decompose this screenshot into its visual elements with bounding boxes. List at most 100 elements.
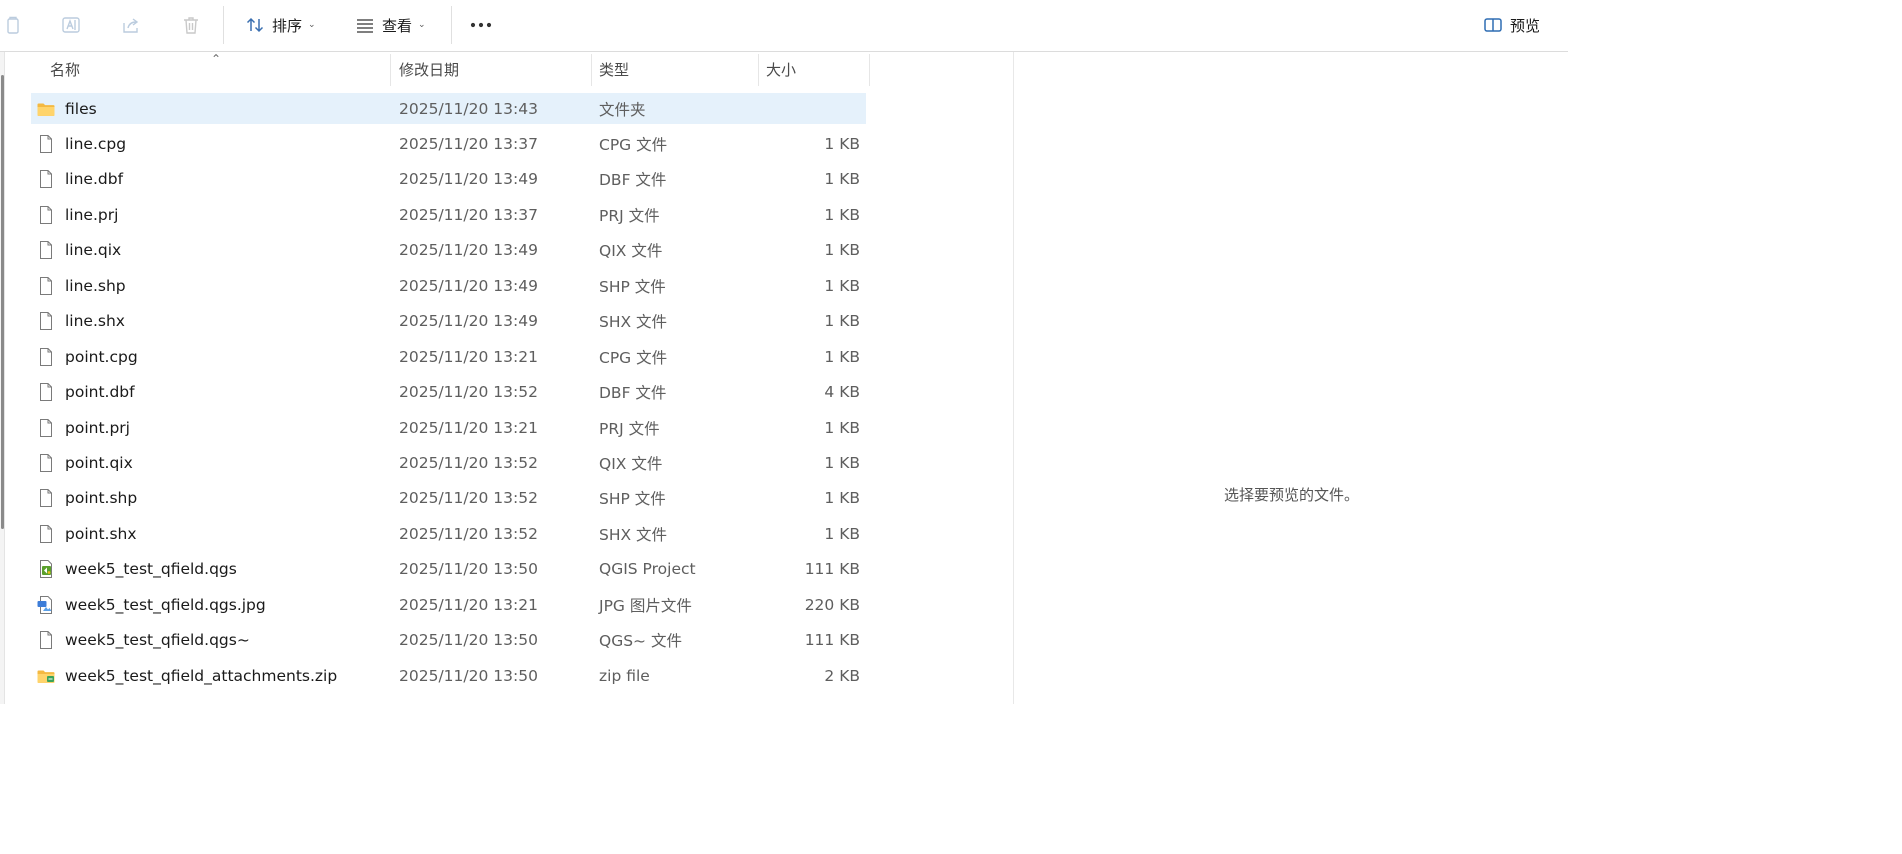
file-name: line.shp <box>65 276 126 295</box>
file-modified: 2025/11/20 13:52 <box>399 383 538 402</box>
file-row[interactable]: week5_test_qfield.qgs 2025/11/20 13:50 QGI… <box>31 554 866 585</box>
file-row[interactable]: week5_test_qfield.qgs~ 2025/11/20 13:50 QG… <box>31 625 866 656</box>
file-row[interactable]: point.cpg 2025/11/20 13:21 CPG 文件 1 KB <box>31 341 866 372</box>
file-name: files <box>65 99 97 118</box>
file-icon <box>36 347 56 367</box>
file-icon <box>36 311 56 331</box>
file-size: 1 KB <box>824 205 860 224</box>
rename-icon <box>62 17 80 33</box>
file-name: line.dbf <box>65 170 124 189</box>
column-header-type[interactable]: 类型 <box>599 52 759 86</box>
file-name: point.shx <box>65 524 137 543</box>
file-type: DBF 文件 <box>599 384 667 403</box>
file-name-cell: point.shp <box>36 483 137 514</box>
share-button[interactable] <box>116 8 146 42</box>
column-divider[interactable] <box>390 54 391 86</box>
qgis-project-icon <box>36 559 56 579</box>
file-row[interactable]: line.shx 2025/11/20 13:49 SHX 文件 1 KB <box>31 306 866 337</box>
file-size: 111 KB <box>804 631 860 650</box>
file-type: PRJ 文件 <box>599 419 660 438</box>
file-icon <box>36 382 56 402</box>
file-type: PRJ 文件 <box>599 206 660 225</box>
file-size <box>766 93 860 124</box>
file-type: QIX 文件 <box>599 455 663 473</box>
file-name: line.shx <box>65 312 125 331</box>
preview-pane-button[interactable]: 预览 <box>1478 8 1550 42</box>
view-label: 查看 <box>382 16 413 35</box>
file-type: SHX 文件 <box>599 313 668 332</box>
file-name-cell: point.prj <box>36 412 130 443</box>
more-options-button[interactable] <box>464 8 498 42</box>
column-header-modified[interactable]: 修改日期 <box>399 52 589 86</box>
file-modified: 2025/11/20 13:52 <box>399 524 538 543</box>
file-icon <box>36 418 56 438</box>
file-icon <box>36 276 56 296</box>
file-name-cell: point.shx <box>36 518 137 549</box>
chevron-down-icon: ⌄ <box>418 20 426 30</box>
preview-pane: 选择要预览的文件。 <box>1013 52 1568 704</box>
sort-button[interactable]: 排序 ⌄ <box>240 8 326 42</box>
file-modified: 2025/11/20 13:52 <box>399 454 538 472</box>
scrollbar-thumb[interactable] <box>1 75 4 529</box>
file-name-cell: point.qix <box>36 448 133 479</box>
file-icon <box>36 205 56 225</box>
file-type: CPG 文件 <box>599 135 668 154</box>
toolbar-separator <box>451 6 452 44</box>
preview-label: 预览 <box>1510 16 1541 35</box>
file-name: point.prj <box>65 418 130 437</box>
file-icon <box>36 524 56 544</box>
column-divider[interactable] <box>758 54 759 86</box>
file-row[interactable]: week5_test_qfield_attachments.zip 2025/11… <box>31 660 866 691</box>
file-modified: 2025/11/20 13:50 <box>399 631 538 650</box>
file-row[interactable]: week5_test_qfield.qgs.jpg 2025/11/20 13:2… <box>31 589 866 620</box>
file-type: QGIS Project <box>599 560 696 579</box>
file-type: JPG 图片文件 <box>599 596 692 615</box>
view-button[interactable]: 查看 ⌄ <box>350 8 434 42</box>
file-row[interactable]: line.cpg 2025/11/20 13:37 CPG 文件 1 KB <box>31 128 866 159</box>
copy-button[interactable] <box>0 8 26 42</box>
file-row[interactable]: point.dbf 2025/11/20 13:52 DBF 文件 4 KB <box>31 377 866 408</box>
file-row[interactable]: point.qix 2025/11/20 13:52 QIX 文件 1 KB <box>31 448 866 479</box>
file-modified: 2025/11/20 13:21 <box>399 418 538 437</box>
file-row[interactable]: files 2025/11/20 13:43 文件夹 <box>31 93 866 124</box>
file-type: SHX 文件 <box>599 525 668 544</box>
rename-button[interactable] <box>56 8 86 42</box>
file-name: week5_test_qfield.qgs.jpg <box>65 595 266 614</box>
file-row[interactable]: point.prj 2025/11/20 13:21 PRJ 文件 1 KB <box>31 412 866 443</box>
file-size: 1 KB <box>824 347 860 366</box>
file-row[interactable]: line.prj 2025/11/20 13:37 PRJ 文件 1 KB <box>31 199 866 230</box>
file-modified: 2025/11/20 13:37 <box>399 205 538 224</box>
file-name-cell: point.dbf <box>36 377 135 408</box>
file-size: 2 KB <box>824 666 860 685</box>
command-bar: 排序 ⌄ 查看 ⌄ 预览 <box>0 0 1568 52</box>
file-modified: 2025/11/20 13:37 <box>399 134 538 153</box>
folder-icon <box>36 99 56 119</box>
file-modified: 2025/11/20 13:52 <box>399 489 538 508</box>
file-row[interactable]: line.dbf 2025/11/20 13:49 DBF 文件 1 KB <box>31 164 866 195</box>
column-divider[interactable] <box>869 54 870 86</box>
file-row[interactable]: point.shp 2025/11/20 13:52 SHP 文件 1 KB <box>31 483 866 514</box>
chevron-down-icon: ⌄ <box>308 20 316 30</box>
file-icon <box>36 453 56 473</box>
file-type: QIX 文件 <box>599 242 663 261</box>
file-name-cell: line.prj <box>36 199 118 230</box>
file-row[interactable]: line.qix 2025/11/20 13:49 QIX 文件 1 KB <box>31 235 866 266</box>
column-header-name[interactable]: 名称 <box>50 52 390 86</box>
file-row[interactable]: point.shx 2025/11/20 13:52 SHX 文件 1 KB <box>31 518 866 549</box>
column-header-size[interactable]: 大小 <box>766 52 866 86</box>
file-modified: 2025/11/20 13:49 <box>399 312 538 331</box>
file-modified: 2025/11/20 13:50 <box>399 560 538 579</box>
file-name-cell: week5_test_qfield_attachments.zip <box>36 660 337 691</box>
column-divider[interactable] <box>591 54 592 86</box>
file-type: zip file <box>599 666 650 685</box>
file-size: 1 KB <box>824 524 860 543</box>
file-name-cell: week5_test_qfield.qgs.jpg <box>36 589 266 620</box>
file-row[interactable]: line.shp 2025/11/20 13:49 SHP 文件 1 KB <box>31 270 866 301</box>
delete-button[interactable] <box>176 8 206 42</box>
file-modified: 2025/11/20 13:49 <box>399 170 538 189</box>
file-name: week5_test_qfield.qgs <box>65 560 237 579</box>
file-type: SHP 文件 <box>599 490 666 509</box>
file-type: QGS~ 文件 <box>599 632 682 651</box>
view-icon <box>357 19 373 33</box>
file-name: line.cpg <box>65 134 127 153</box>
